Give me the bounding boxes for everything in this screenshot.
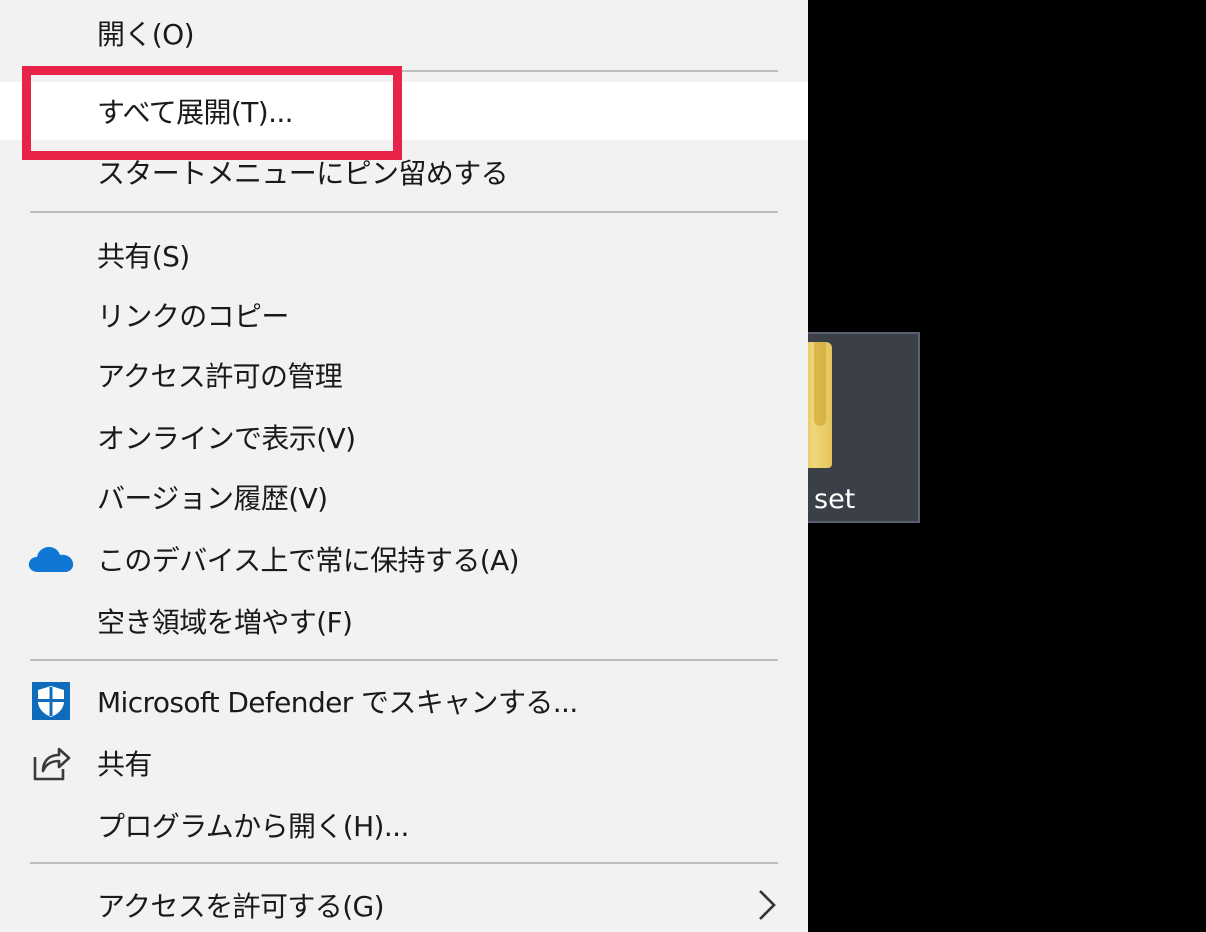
menu-item-open[interactable]: 開く(O) (0, 4, 808, 62)
chevron-right-icon (752, 885, 780, 925)
menu-item-copy-link[interactable]: リンクのコピー (0, 286, 808, 344)
menu-item-label: アクセス許可の管理 (97, 360, 343, 393)
menu-item-label: すべて展開(T)... (97, 96, 294, 129)
menu-separator (30, 659, 778, 661)
menu-item-always-keep-on-device[interactable]: このデバイス上で常に保持する(A) (0, 530, 808, 588)
menu-item-label: Microsoft Defender でスキャンする... (97, 686, 578, 719)
menu-item-label: 開く(O) (97, 18, 194, 51)
menu-item-share-s[interactable]: 共有(S) (0, 226, 808, 284)
menu-item-give-access[interactable]: アクセスを許可する(G) (0, 876, 808, 932)
menu-item-label: スタートメニューにピン留めする (97, 157, 509, 190)
onedrive-cloud-icon (28, 536, 74, 582)
desktop-folder[interactable]: set (790, 332, 920, 523)
menu-item-share[interactable]: 共有 (0, 734, 808, 792)
folder-label: set (814, 484, 856, 515)
menu-item-label: このデバイス上で常に保持する(A) (97, 544, 520, 577)
menu-item-extract-all[interactable]: すべて展開(T)... (0, 82, 808, 140)
menu-separator (30, 862, 778, 864)
menu-item-label: 空き領域を増やす(F) (97, 606, 353, 639)
menu-item-label: プログラムから開く(H)... (97, 810, 409, 843)
menu-separator (30, 70, 778, 72)
menu-item-label: アクセスを許可する(G) (97, 890, 385, 923)
menu-item-label: オンラインで表示(V) (97, 422, 356, 455)
menu-item-pin-to-start[interactable]: スタートメニューにピン留めする (0, 143, 808, 201)
menu-item-label: 共有 (97, 748, 152, 781)
share-icon (28, 740, 74, 786)
menu-item-version-history[interactable]: バージョン履歴(V) (0, 468, 808, 526)
menu-item-defender-scan[interactable]: Microsoft Defender でスキャンする... (0, 672, 808, 730)
menu-item-open-with[interactable]: プログラムから開く(H)... (0, 796, 808, 854)
menu-item-free-up-space[interactable]: 空き領域を増やす(F) (0, 592, 808, 650)
menu-item-view-online[interactable]: オンラインで表示(V) (0, 408, 808, 466)
menu-separator (30, 211, 778, 213)
context-menu: 開く(O) すべて展開(T)... スタートメニューにピン留めする 共有(S) … (0, 0, 808, 932)
menu-item-label: バージョン履歴(V) (97, 482, 328, 515)
defender-shield-icon (28, 678, 74, 724)
menu-item-label: リンクのコピー (97, 300, 289, 333)
menu-item-label: 共有(S) (97, 240, 190, 273)
menu-item-manage-access[interactable]: アクセス許可の管理 (0, 346, 808, 404)
